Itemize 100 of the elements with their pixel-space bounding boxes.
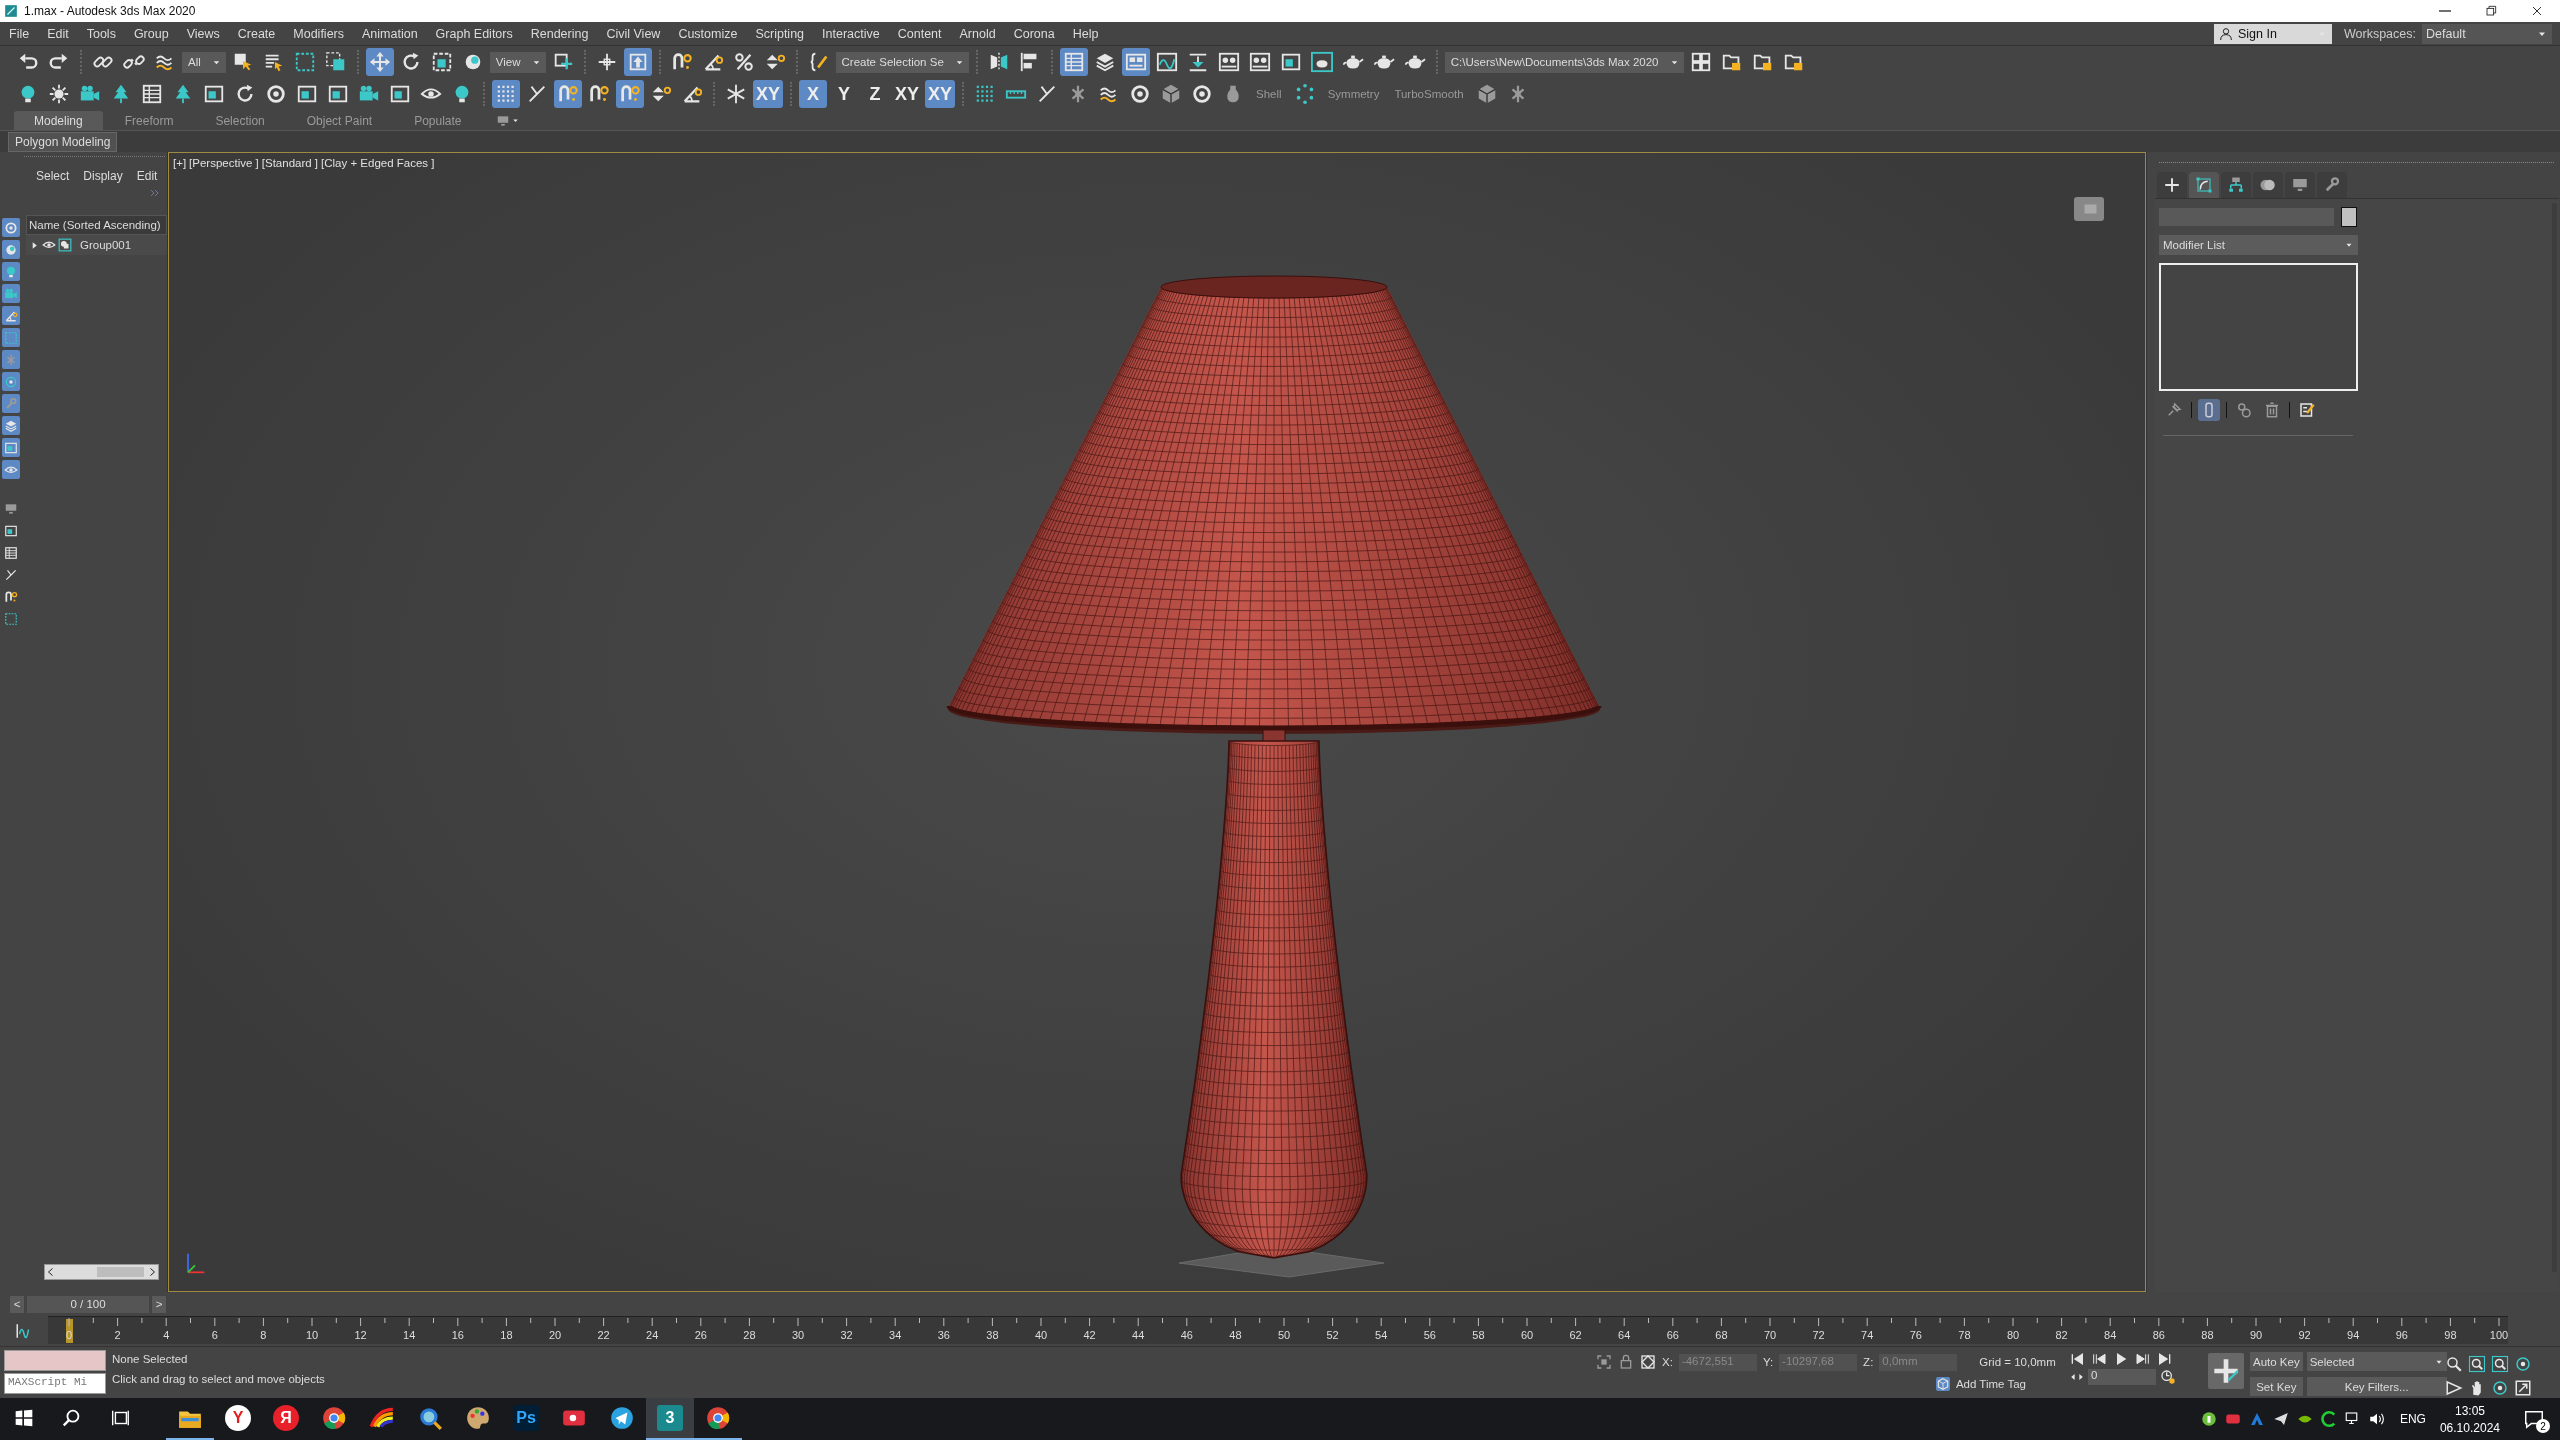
menu-item[interactable]: Modifiers	[284, 23, 353, 44]
frame-number: 28	[743, 1329, 756, 1341]
track-bar[interactable]: 0 2 4 6 8 10 12 14 16 18 20 22 24 26 28 30 32 34 36 38 40 42 44 46 48 50 52 54 56 58 60 62 64 66 68 70 72 74 76 78 80 82 84 86 88 90 92 94 96 98 100	[48, 1316, 2508, 1344]
taskbar-app-button[interactable]: Ps	[502, 1398, 550, 1440]
viewport-menu-link[interactable]: [Clay + Edged Faces ]	[321, 157, 435, 169]
menu-item[interactable]: Arnold	[950, 23, 1005, 44]
frame-number: 20	[548, 1329, 562, 1341]
axis-button[interactable]: Y	[830, 80, 858, 108]
notifications-button[interactable]: 2	[2514, 1399, 2554, 1439]
ribbon-tab[interactable]: Populate	[394, 111, 482, 130]
tool-button[interactable]: Symmetry	[1321, 88, 1386, 100]
frame-number: 72	[1812, 1329, 1825, 1341]
listener-input[interactable]: MAXScript Mi	[4, 1373, 106, 1394]
menu-item[interactable]: Edit	[38, 23, 78, 44]
frame-number: 74	[1861, 1329, 1874, 1341]
taskbar-app-button[interactable]: Я	[262, 1398, 310, 1440]
ribbon-panel-tab[interactable]: Polygon Modeling	[8, 131, 118, 152]
menu-item[interactable]: Help	[1063, 23, 1108, 44]
frame-number: 10	[305, 1329, 319, 1341]
menu-item[interactable]: Content	[888, 23, 951, 44]
frame-number: 84	[2104, 1329, 2117, 1341]
frame-number: 16	[451, 1329, 464, 1341]
frame-number: 68	[1715, 1329, 1728, 1341]
set-key-mode-button[interactable]: Set Key	[2250, 1377, 2303, 1396]
dropdown[interactable]: C:\Users\New\Documents\3ds Max 2020	[1444, 51, 1684, 73]
axis-button[interactable]: Z	[861, 80, 889, 108]
menu-item[interactable]: Views	[177, 23, 229, 44]
frame-number: 0	[65, 1329, 73, 1341]
time-slider-thumb[interactable]: 0 / 100	[27, 1295, 149, 1313]
menu-item[interactable]: Corona	[1004, 23, 1064, 44]
frame-number: 98	[2444, 1329, 2457, 1341]
menu-item[interactable]: Group	[124, 23, 178, 44]
menu-item[interactable]: File	[0, 23, 39, 44]
workspace-dropdown[interactable]: Default	[2422, 23, 2552, 44]
frame-number: 6	[211, 1329, 218, 1341]
dropdown[interactable]: All	[182, 51, 226, 73]
viewport-menu-link[interactable]: [Perspective ]	[189, 157, 259, 169]
axis-button[interactable]: XY	[892, 80, 923, 108]
menu-item[interactable]: Interactive	[813, 23, 889, 44]
ribbon-tab[interactable]: Freeform	[104, 111, 194, 130]
viewport-menu-link[interactable]: [+]	[173, 157, 187, 169]
dropdown[interactable]: View	[489, 51, 546, 73]
frame-number: 52	[1326, 1329, 1339, 1341]
menu-item[interactable]: Tools	[77, 23, 125, 44]
frame-number: 12	[354, 1329, 367, 1341]
taskbar-app-button[interactable]: Y	[214, 1398, 262, 1440]
frame-number: 34	[889, 1329, 902, 1341]
dropdown[interactable]: Create Selection Se	[835, 51, 969, 73]
modifier-list-dropdown[interactable]: Modifier List	[2159, 235, 2358, 255]
frame-number: 26	[694, 1329, 707, 1341]
frame-number: 82	[2055, 1329, 2068, 1341]
clock[interactable]: 13:05 06.10.2024	[2439, 1403, 2500, 1435]
frame-number: 90	[2249, 1329, 2263, 1341]
ribbon-tab[interactable]: Object Paint	[286, 111, 393, 130]
frame-number: 54	[1375, 1329, 1388, 1341]
frame-number: 44	[1132, 1329, 1145, 1341]
menu-item[interactable]: Rendering	[521, 23, 598, 44]
viewport-menu-link[interactable]: [Standard ]	[261, 157, 319, 169]
language-indicator[interactable]: ENG	[2399, 1412, 2426, 1426]
selection-status: None Selected	[112, 1353, 189, 1365]
notification-count: 2	[2536, 1419, 2550, 1433]
frame-number: 40	[1034, 1329, 1048, 1341]
frame-number: 100	[2489, 1329, 2508, 1341]
previous-frame-button[interactable]: <	[10, 1295, 24, 1313]
panel-tab[interactable]: Edit	[136, 169, 158, 183]
tree-row[interactable]: Group001	[26, 235, 167, 255]
frame-number: 4	[163, 1329, 170, 1341]
frame-number: 62	[1569, 1329, 1582, 1341]
ribbon-tab[interactable]: Selection	[195, 111, 285, 130]
menu-item[interactable]: Customize	[669, 23, 747, 44]
frame-number: 42	[1083, 1329, 1096, 1341]
column-header[interactable]: Name (Sorted Ascending)	[26, 215, 167, 235]
menu-item[interactable]: Scripting	[746, 23, 814, 44]
frame-number: 46	[1180, 1329, 1193, 1341]
panel-tab[interactable]: Select	[36, 169, 70, 183]
frame-field[interactable]: 0	[2088, 1369, 2156, 1385]
menu-item[interactable]: Graph Editors	[426, 23, 522, 44]
key-set-dropdown[interactable]: Selected	[2306, 1352, 2447, 1371]
y-label: Y:	[1762, 1356, 1774, 1368]
add-time-tag-button[interactable]: Add Time Tag	[1935, 1377, 2026, 1391]
key-filters-button[interactable]: Key Filters...	[2306, 1377, 2447, 1396]
tool-button[interactable]: Shell	[1250, 88, 1288, 100]
frame-number: 64	[1618, 1329, 1631, 1341]
taskbar-app-button[interactable]: 3	[646, 1398, 694, 1440]
workspaces-label: Workspaces:	[2344, 26, 2416, 41]
menu-item[interactable]: Animation	[353, 23, 427, 44]
auto-key-button[interactable]: Auto Key	[2250, 1352, 2303, 1371]
panel-tab[interactable]: Display	[83, 169, 123, 183]
frame-number: 22	[597, 1329, 610, 1341]
frame-number: 30	[791, 1329, 805, 1341]
next-frame-button[interactable]: >	[152, 1295, 166, 1313]
frame-number: 80	[2006, 1329, 2020, 1341]
ribbon-tab[interactable]: Modeling	[14, 111, 103, 130]
sign-in-dropdown[interactable]: Sign In	[2214, 23, 2332, 44]
date: 06.10.2024	[2439, 1420, 2500, 1435]
frame-number: 76	[1909, 1329, 1922, 1341]
menu-item[interactable]: Civil View	[597, 23, 670, 44]
menu-item[interactable]: Create	[228, 23, 285, 44]
frame-number: 48	[1229, 1329, 1242, 1341]
window-title: 1.max - Autodesk 3ds Max 2020	[24, 4, 197, 18]
